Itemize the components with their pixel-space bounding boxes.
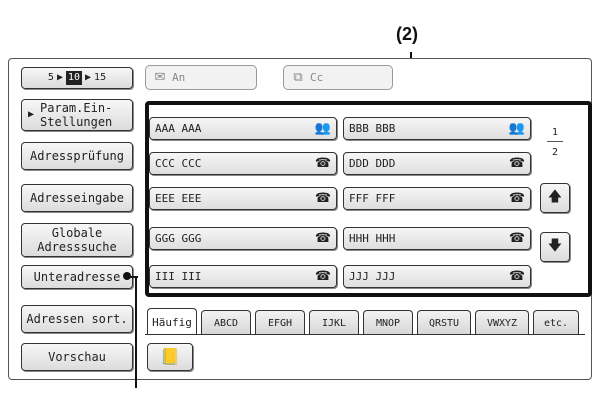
global-search-button[interactable]: Globale Adresssuche	[21, 223, 133, 257]
address-entry[interactable]: FFF FFF ☎	[343, 187, 531, 210]
entry-name: HHH HHH	[349, 232, 396, 245]
scroll-down-button[interactable]: 🡇	[540, 232, 570, 262]
address-entry[interactable]: BBB BBB 👥	[343, 117, 531, 140]
arrow-down-icon: 🡇	[547, 238, 563, 254]
address-entry[interactable]: EEE EEE ☎	[149, 187, 337, 210]
entry-name: DDD DDD	[349, 157, 396, 170]
global-label-1: Globale	[51, 226, 103, 240]
phone-icon: ☎	[314, 231, 332, 246]
address-check-button[interactable]: Adressprüfung	[21, 142, 133, 170]
address-input-button[interactable]: Adresseingabe	[21, 184, 133, 212]
sort-addresses-button[interactable]: Adressen sort.	[21, 305, 133, 333]
address-book-edit-button[interactable]: 📒	[147, 343, 193, 371]
tab-label: MNOP	[375, 317, 401, 329]
address-entry[interactable]: III III ☎	[149, 265, 337, 288]
tab-divider	[145, 334, 585, 335]
address-input-label: Adresseingabe	[30, 191, 124, 205]
page-total: 2	[552, 147, 559, 158]
address-check-label: Adressprüfung	[30, 149, 124, 163]
scroll-up-button[interactable]: 🡅	[540, 183, 570, 213]
tab-efgh[interactable]: EFGH	[255, 310, 305, 335]
phone-icon: ☎	[314, 269, 332, 284]
param-settings-button[interactable]: ▶ Param.Ein- Stellungen	[21, 99, 133, 131]
address-entry[interactable]: DDD DDD ☎	[343, 152, 531, 175]
page-divider	[547, 141, 563, 142]
address-book-panel: 5 ▶ 10 ▶ 15 ✉ An ⧉ Cc ▶ Param.Ein- Stellu…	[8, 58, 592, 388]
to-field[interactable]: ✉ An	[145, 65, 257, 90]
to-field-label: An	[172, 71, 186, 84]
tab-label: VWXYZ	[486, 317, 518, 329]
tab-abcd[interactable]: ABCD	[201, 310, 251, 335]
address-entry[interactable]: JJJ JJJ ☎	[343, 265, 531, 288]
arrow-up-icon: 🡅	[547, 189, 563, 205]
count-5[interactable]: 5	[48, 71, 54, 85]
tab-label: etc.	[543, 317, 569, 329]
phone-icon: ☎	[508, 156, 526, 171]
group-icon: 👥	[508, 121, 526, 136]
entry-name: BBB BBB	[349, 122, 396, 135]
address-book-edit-icon: 📒	[160, 347, 180, 366]
preview-button[interactable]: Vorschau	[21, 343, 133, 371]
preview-label: Vorschau	[48, 350, 106, 364]
address-entry[interactable]: AAA AAA 👥	[149, 117, 337, 140]
phone-icon: ☎	[314, 191, 332, 206]
tab-qrstu[interactable]: QRSTU	[417, 310, 471, 335]
entry-name: CCC CCC	[155, 157, 202, 170]
tab-vwxyz[interactable]: VWXYZ	[475, 310, 529, 335]
arrow-right-icon: ▶	[56, 72, 63, 83]
address-entry[interactable]: CCC CCC ☎	[149, 152, 337, 175]
phone-icon: ☎	[508, 231, 526, 246]
sub-address-pointer-v	[135, 276, 137, 388]
tab-label: Häufig	[152, 315, 192, 329]
cc-field-label: Cc	[310, 71, 324, 84]
address-entry[interactable]: GGG GGG ☎	[149, 227, 337, 250]
count-15[interactable]: 15	[94, 71, 106, 85]
arrow-right-icon: ▶	[85, 72, 92, 83]
sub-address-label: Unteradresse	[33, 270, 121, 284]
display-count-selector[interactable]: 5 ▶ 10 ▶ 15	[21, 67, 133, 89]
entry-name: AAA AAA	[155, 122, 202, 135]
phone-icon: ☎	[314, 156, 332, 171]
count-10[interactable]: 10	[65, 71, 83, 85]
cc-icon: ⧉	[293, 70, 303, 85]
entry-name: EEE EEE	[155, 192, 202, 205]
sub-address-pointer-dot	[123, 272, 131, 280]
param-label-1: Param.Ein-	[40, 101, 113, 115]
entry-name: FFF FFF	[349, 192, 396, 205]
entry-name: GGG GGG	[155, 232, 202, 245]
tab-haeufig[interactable]: Häufig	[147, 308, 197, 335]
group-icon: 👥	[314, 121, 332, 136]
address-entry[interactable]: HHH HHH ☎	[343, 227, 531, 250]
entry-name: JJJ JJJ	[349, 270, 396, 283]
sub-address-button[interactable]: Unteradresse	[21, 265, 133, 289]
tab-label: EFGH	[267, 317, 293, 329]
tab-mnop[interactable]: MNOP	[363, 310, 413, 335]
tab-label: IJKL	[321, 317, 347, 329]
param-label-2: Stellungen	[40, 115, 113, 129]
global-label-2: Adresssuche	[37, 240, 117, 254]
sort-addresses-label: Adressen sort.	[26, 312, 128, 326]
tab-label: QRSTU	[428, 317, 460, 329]
tab-ijkl[interactable]: IJKL	[309, 310, 359, 335]
phone-icon: ☎	[508, 269, 526, 284]
entry-name: III III	[155, 270, 202, 283]
tab-label: ABCD	[213, 317, 239, 329]
page-current: 1	[552, 127, 559, 138]
play-icon: ▶	[28, 109, 35, 120]
cc-field[interactable]: ⧉ Cc	[283, 65, 393, 90]
phone-icon: ☎	[508, 191, 526, 206]
envelope-icon: ✉	[154, 70, 166, 85]
tab-etc[interactable]: etc.	[533, 310, 579, 335]
